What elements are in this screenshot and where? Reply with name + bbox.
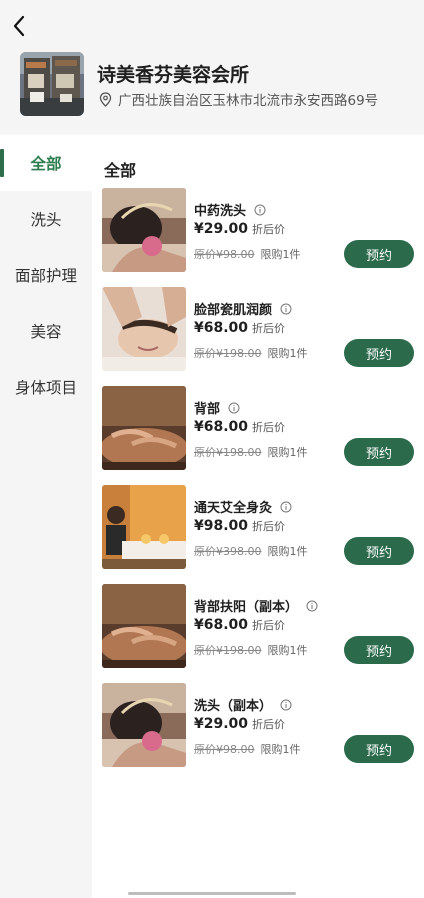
sidebar-item-all[interactable]: 全部 — [0, 135, 92, 191]
purchase-limit: 限购1件 — [267, 644, 308, 657]
service-price: ¥68.00 折后价 — [194, 617, 285, 633]
service-title: 脸部瓷肌润颜 — [194, 299, 292, 318]
sidebar-item-facial[interactable]: 面部护理 — [0, 247, 92, 303]
original-price: 原价¥98.00 — [194, 743, 255, 756]
service-image-hair-wash — [102, 188, 186, 272]
original-price: 原价¥198.00 — [194, 446, 262, 459]
purchase-limit: 限购1件 — [260, 743, 301, 756]
service-price: ¥29.00 折后价 — [194, 221, 285, 237]
original-price: 原价¥198.00 — [194, 644, 262, 657]
price-value: ¥98.00 — [194, 518, 249, 534]
category-sidebar: 全部 洗头 面部护理 美容 身体项目 — [0, 135, 92, 898]
original-price: 原价¥398.00 — [194, 545, 262, 558]
service-title-text: 背部 — [194, 402, 221, 417]
store-image — [20, 52, 84, 116]
service-image-hair-wash — [102, 683, 186, 767]
sidebar-item-beauty[interactable]: 美容 — [0, 303, 92, 359]
price-tag: 折后价 — [252, 718, 286, 731]
service-original-price: 原价¥98.00 限购1件 — [194, 246, 301, 262]
service-title-text: 脸部瓷肌润颜 — [194, 303, 273, 318]
info-circle-icon[interactable] — [228, 402, 240, 414]
sidebar-item-label: 洗头 — [30, 211, 62, 229]
price-value: ¥29.00 — [194, 716, 249, 732]
sidebar-item-label: 美容 — [30, 323, 62, 341]
service-title: 洗头（副本） — [194, 695, 292, 714]
service-list: 全部 中药洗头 ¥29.00 折后价 原价¥98.00 限购1件 预约 脸部瓷肌润颜… — [92, 135, 424, 898]
info-circle-icon[interactable] — [254, 204, 266, 216]
service-price: ¥98.00 折后价 — [194, 518, 285, 534]
service-original-price: 原价¥398.00 限购1件 — [194, 543, 308, 559]
book-button[interactable]: 预约 — [344, 339, 414, 367]
original-price: 原价¥198.00 — [194, 347, 262, 360]
purchase-limit: 限购1件 — [267, 446, 308, 459]
book-button[interactable]: 预约 — [344, 636, 414, 664]
service-image-moxibustion — [102, 485, 186, 569]
service-original-price: 原价¥98.00 限购1件 — [194, 741, 301, 757]
list-item[interactable]: 中药洗头 ¥29.00 折后价 原价¥98.00 限购1件 预约 — [102, 188, 414, 272]
list-item[interactable]: 背部 ¥68.00 折后价 原价¥198.00 限购1件 预约 — [102, 386, 414, 470]
book-button[interactable]: 预约 — [344, 240, 414, 268]
price-tag: 折后价 — [252, 619, 286, 632]
price-tag: 折后价 — [252, 223, 286, 236]
list-item[interactable]: 脸部瓷肌润颜 ¥68.00 折后价 原价¥198.00 限购1件 预约 — [102, 287, 414, 371]
price-value: ¥68.00 — [194, 320, 249, 336]
price-tag: 折后价 — [252, 421, 286, 434]
service-title-text: 背部扶阳（副本） — [194, 600, 299, 615]
service-price: ¥68.00 折后价 — [194, 419, 285, 435]
service-title-text: 中药洗头 — [194, 204, 247, 219]
service-title: 背部 — [194, 398, 240, 417]
header: 诗美香芬美容会所 广西壮族自治区玉林市北流市永安西路69号 — [0, 0, 424, 135]
sidebar-item-label: 全部 — [30, 155, 62, 173]
info-circle-icon[interactable] — [280, 501, 292, 513]
sidebar-item-label: 面部护理 — [14, 267, 77, 285]
service-title: 通天艾全身灸 — [194, 497, 292, 516]
store-address: 广西壮族自治区玉林市北流市永安西路69号 — [99, 89, 378, 109]
price-value: ¥29.00 — [194, 221, 249, 237]
purchase-limit: 限购1件 — [267, 545, 308, 558]
service-title-text: 通天艾全身灸 — [194, 501, 273, 516]
sidebar-item-label: 身体项目 — [14, 379, 77, 397]
list-item[interactable]: 背部扶阳（副本） ¥68.00 折后价 原价¥198.00 限购1件 预约 — [102, 584, 414, 668]
purchase-limit: 限购1件 — [267, 347, 308, 360]
purchase-limit: 限购1件 — [260, 248, 301, 261]
service-image-back-massage — [102, 584, 186, 668]
service-original-price: 原价¥198.00 限购1件 — [194, 444, 308, 460]
map-pin-icon — [99, 91, 112, 107]
book-button[interactable]: 预约 — [344, 735, 414, 763]
original-price: 原价¥98.00 — [194, 248, 255, 261]
price-tag: 折后价 — [252, 520, 286, 533]
info-circle-icon[interactable] — [280, 699, 292, 711]
service-title: 背部扶阳（副本） — [194, 596, 318, 615]
store-name: 诗美香芬美容会所 — [97, 64, 250, 86]
home-indicator — [128, 892, 296, 895]
price-value: ¥68.00 — [194, 419, 249, 435]
info-circle-icon[interactable] — [306, 600, 318, 612]
book-button[interactable]: 预约 — [344, 438, 414, 466]
service-original-price: 原价¥198.00 限购1件 — [194, 345, 308, 361]
service-price: ¥68.00 折后价 — [194, 320, 285, 336]
sidebar-item-body[interactable]: 身体项目 — [0, 359, 92, 415]
price-tag: 折后价 — [252, 322, 286, 335]
info-circle-icon[interactable] — [280, 303, 292, 315]
price-value: ¥68.00 — [194, 617, 249, 633]
service-title: 中药洗头 — [194, 200, 266, 219]
list-item[interactable]: 通天艾全身灸 ¥98.00 折后价 原价¥398.00 限购1件 预约 — [102, 485, 414, 569]
service-title-text: 洗头（副本） — [194, 699, 273, 714]
service-image-back-massage — [102, 386, 186, 470]
list-item[interactable]: 洗头（副本） ¥29.00 折后价 原价¥98.00 限购1件 预约 — [102, 683, 414, 767]
section-title: 全部 — [104, 161, 137, 180]
service-price: ¥29.00 折后价 — [194, 716, 285, 732]
store-address-text: 广西壮族自治区玉林市北流市永安西路69号 — [118, 93, 379, 109]
service-image-facial — [102, 287, 186, 371]
chevron-left-icon[interactable] — [8, 12, 32, 40]
service-original-price: 原价¥198.00 限购1件 — [194, 642, 308, 658]
book-button[interactable]: 预约 — [344, 537, 414, 565]
sidebar-item-hair-wash[interactable]: 洗头 — [0, 191, 92, 247]
